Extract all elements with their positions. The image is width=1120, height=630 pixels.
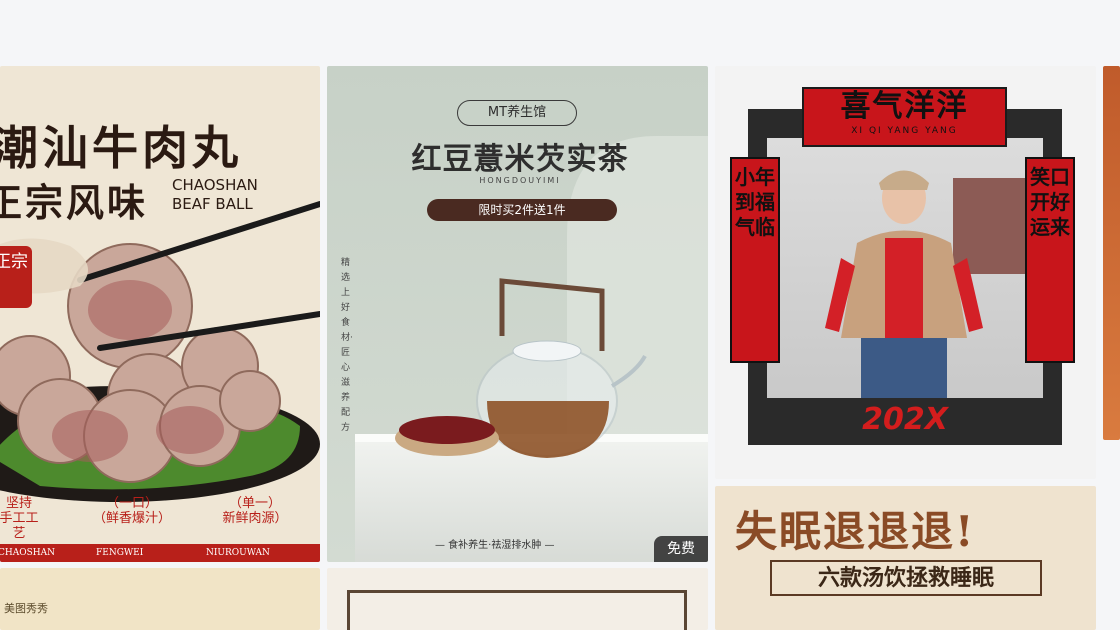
year-label: 202X: [862, 402, 948, 437]
top-bar: [0, 0, 1120, 64]
feature-item: （单一） 新鲜肉源）: [222, 496, 288, 526]
person-illustration: [825, 170, 1043, 398]
insomnia-title: 失眠退退退!: [735, 507, 976, 556]
template-card-red-bean-tea[interactable]: MT养生馆 红豆薏米芡实茶 HONGDOUYIMI 限时买2件送1件 精选上好食…: [327, 66, 708, 562]
feature-item: 坚持 手工工艺: [0, 496, 39, 541]
card-border: [347, 590, 687, 630]
pinyin-band: CHAOSHAN FENGWEI NIUROUWAN: [0, 544, 320, 562]
template-card-partial[interactable]: 美图秀秀: [0, 568, 320, 630]
insomnia-subtitle: 六款汤饮拯救睡眠: [770, 560, 1042, 596]
template-card-beef-ball[interactable]: 潮汕牛肉丸 正宗风味 CHAOSHAN BEAF BALL 正宗 坚持 手工工艺 …: [0, 66, 320, 562]
tea-footer: — 食补养生·祛湿排水肿 —: [435, 540, 555, 551]
beef-ball-subtitle: 正宗风味: [0, 180, 149, 225]
feature-item: （一口） （鲜香爆汁）: [92, 496, 171, 526]
portrait-photo: [767, 138, 1043, 398]
beef-ball-title: 潮汕牛肉丸: [0, 121, 242, 175]
watermark: 美图秀秀: [4, 602, 48, 615]
template-card-edge[interactable]: [1103, 66, 1120, 440]
new-year-banner: 喜气洋洋 XI QI YANG YANG: [802, 87, 1007, 147]
template-card-new-year[interactable]: 喜气洋洋 XI QI YANG YANG 小年到福气临 笑口开好运来 202X: [715, 66, 1096, 479]
template-card-insomnia[interactable]: 失眠退退退! 六款汤饮拯救睡眠: [715, 486, 1096, 630]
free-badge: 免费: [654, 536, 708, 562]
beef-ball-english: CHAOSHAN BEAF BALL: [172, 176, 258, 213]
teapot-illustration: [395, 278, 647, 458]
template-card-partial[interactable]: [327, 568, 708, 630]
authentic-seal: 正宗: [0, 246, 32, 308]
couplet-left: 小年到福气临: [730, 157, 780, 363]
couplet-right: 笑口开好运来: [1025, 157, 1075, 363]
